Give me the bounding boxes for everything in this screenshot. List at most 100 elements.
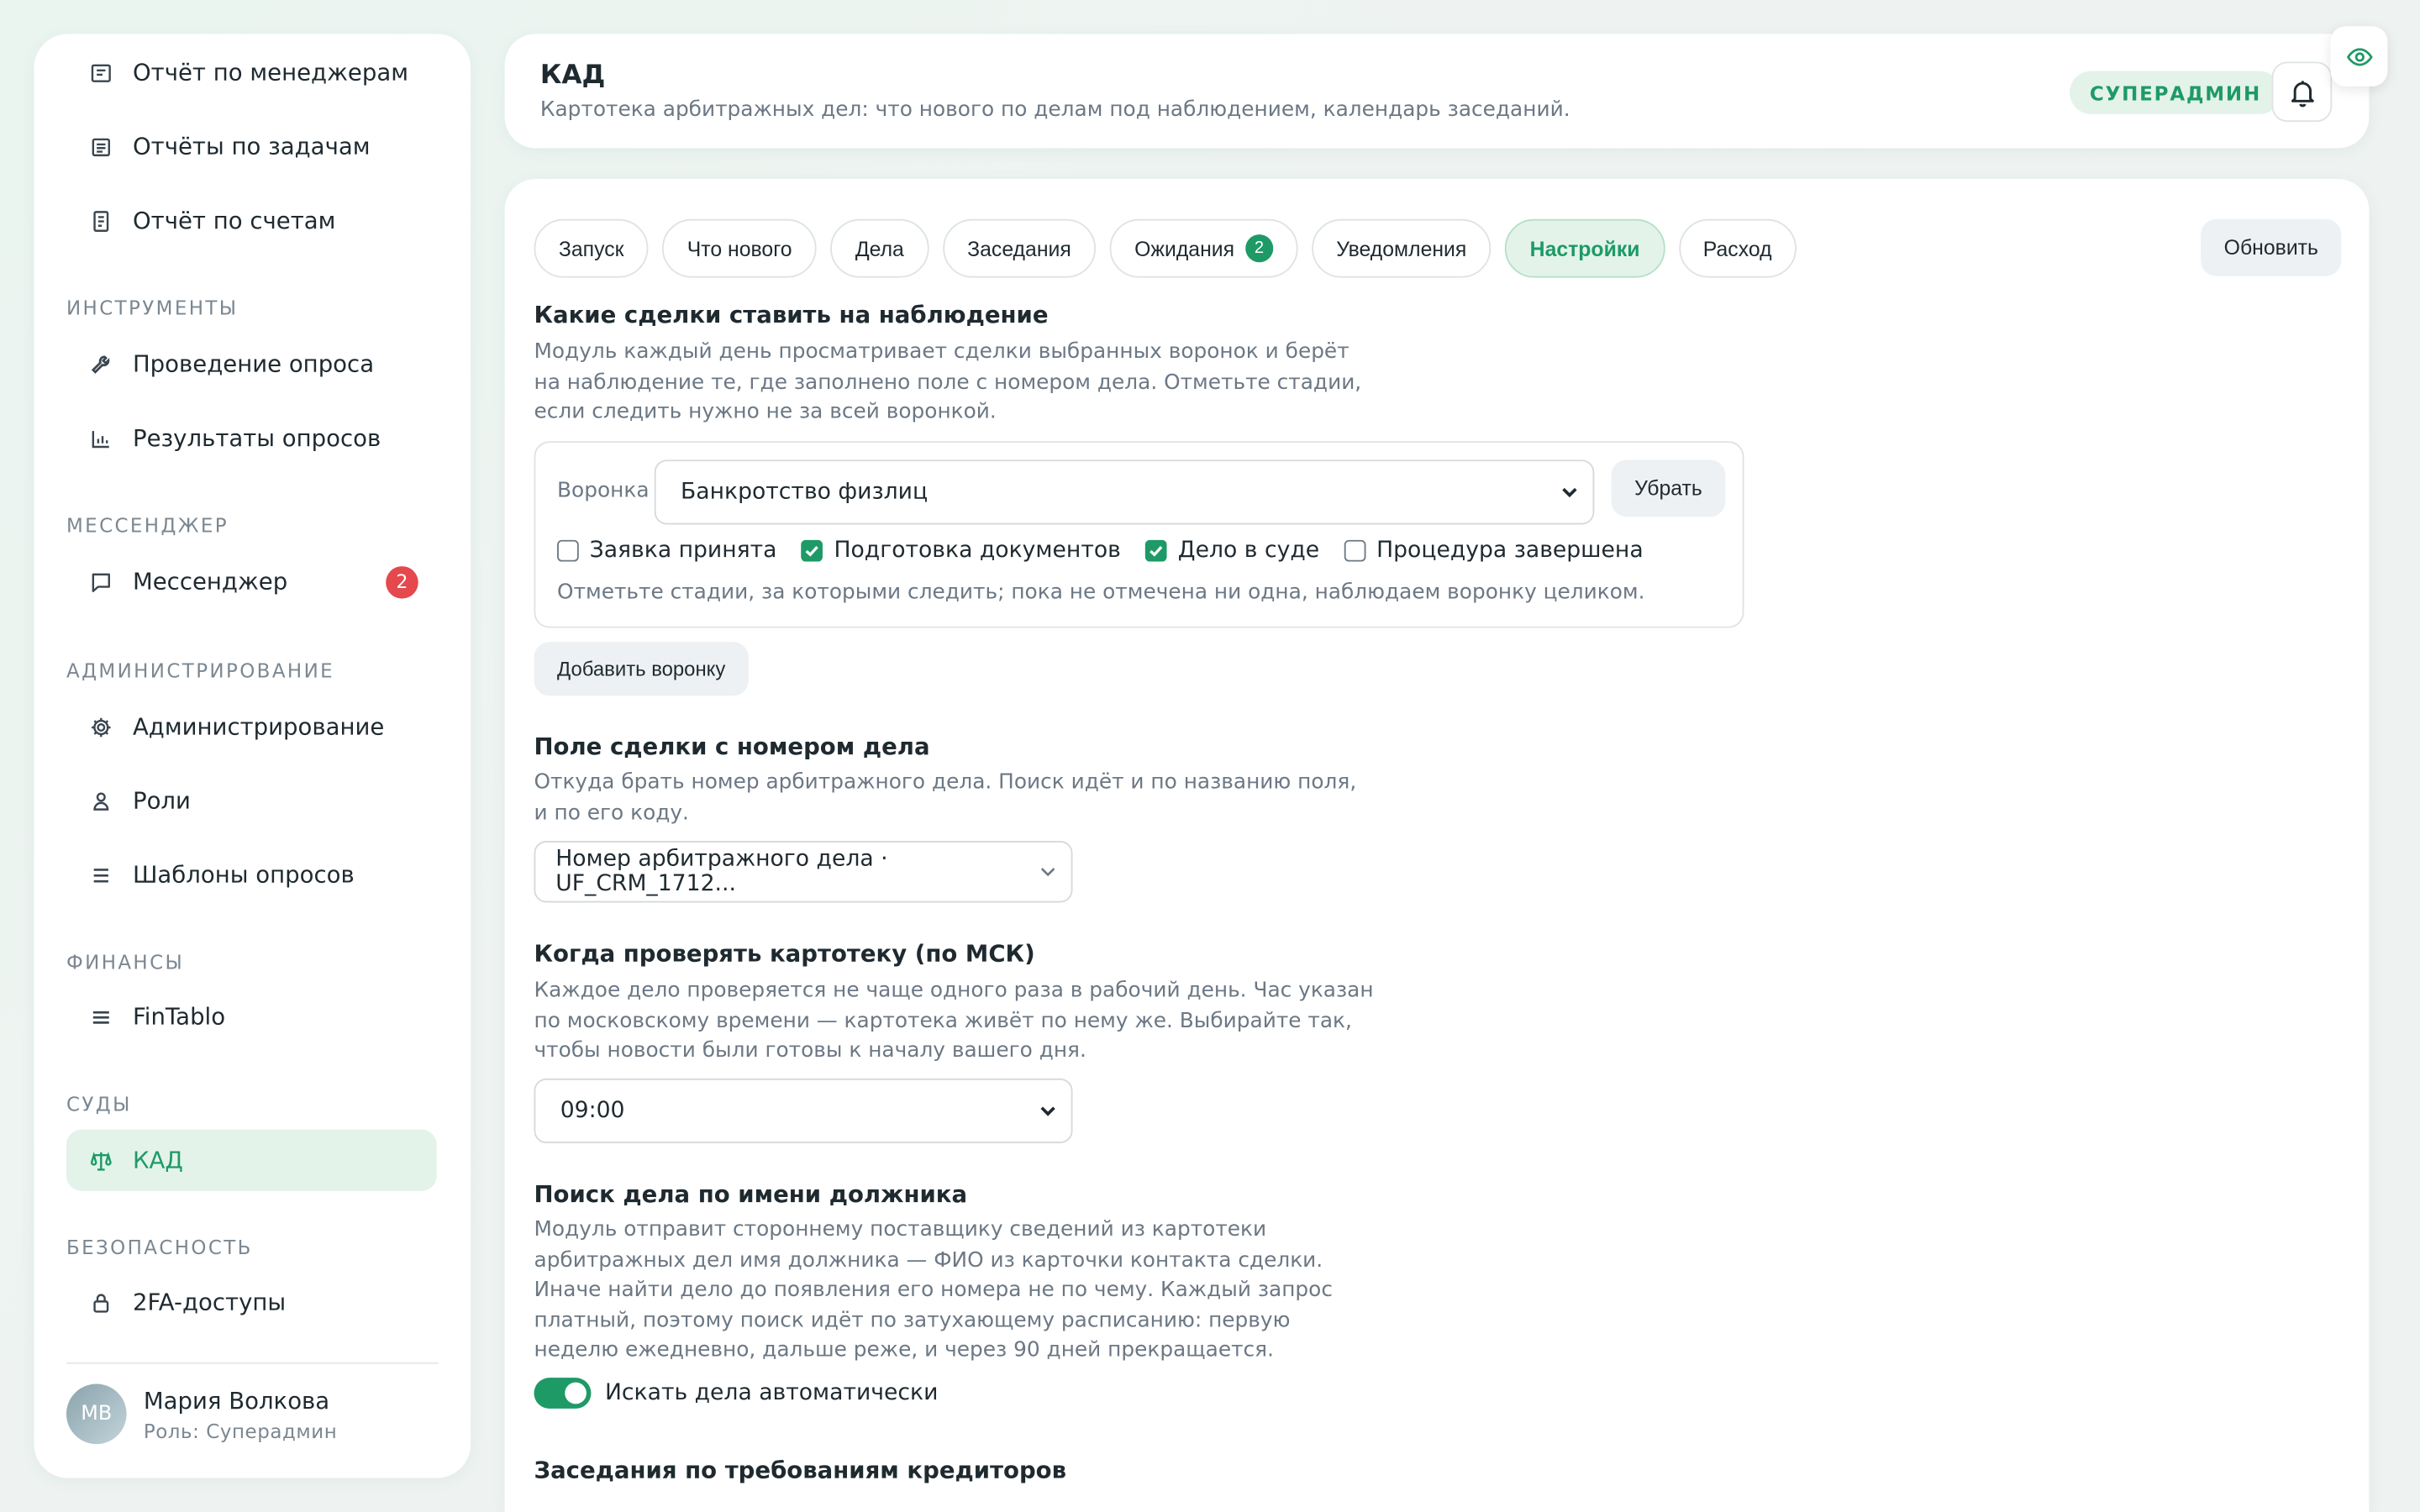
tab-hearings[interactable]: Заседания	[942, 218, 1097, 278]
stage-label: Заявка принята	[589, 538, 777, 564]
sidebar-item-label: Отчёт по менеджерам	[132, 58, 409, 87]
section-title-security: БЕЗОПАСНОСТЬ	[66, 1236, 253, 1259]
tab-notifications[interactable]: Уведомления	[1311, 218, 1491, 278]
checkbox-checked[interactable]	[1145, 539, 1167, 562]
checkbox[interactable]	[557, 539, 579, 562]
sidebar-item-managers-report[interactable]: Отчёт по менеджерам	[66, 42, 437, 103]
sidebar-item-kad[interactable]: КАД	[66, 1129, 437, 1191]
stage-checkbox-documents[interactable]: Подготовка документов	[801, 538, 1121, 564]
chevron-down-icon	[1040, 868, 1055, 877]
notifications-button[interactable]	[2271, 61, 2333, 123]
visibility-toggle-button[interactable]	[2330, 26, 2388, 87]
bar-chart-icon	[88, 426, 113, 450]
eye-icon	[2346, 47, 2372, 66]
menu-icon	[88, 1005, 113, 1029]
lock-icon	[88, 1289, 113, 1314]
tab-expenses[interactable]: Расход	[1678, 218, 1797, 278]
sidebar-item-survey-results[interactable]: Результаты опросов	[66, 407, 437, 469]
wrench-icon	[88, 352, 113, 376]
sidebar-item-tasks-report[interactable]: Отчёты по задачам	[66, 116, 437, 177]
section-title-tools: ИНСТРУМЕНТЫ	[66, 296, 239, 320]
sidebar-item-fintablo[interactable]: FinTablo	[66, 986, 437, 1047]
sidebar-item-administration[interactable]: Администрирование	[66, 696, 437, 757]
sidebar-item-invoices-report[interactable]: Отчёт по счетам	[66, 190, 437, 251]
tab-launch[interactable]: Запуск	[534, 218, 649, 278]
invoice-icon	[88, 208, 113, 233]
debtor-search-title: Поиск дела по имени должника	[534, 1180, 968, 1209]
messenger-unread-badge: 2	[386, 565, 418, 598]
sidebar-item-label: КАД	[132, 1146, 183, 1174]
case-field-description: Откуда брать номер арбитражного дела. По…	[534, 769, 1357, 825]
section-title-messenger: МЕССЕНДЖЕР	[66, 513, 229, 538]
main-panel: Запуск Что нового Дела Заседания Ожидани…	[504, 179, 2370, 1512]
tab-label: Дела	[855, 236, 904, 260]
avatar: МВ	[66, 1383, 127, 1445]
report-icon	[88, 60, 113, 85]
stage-checkbox-in-court[interactable]: Дело в суде	[1145, 538, 1319, 563]
chevron-down-icon	[1562, 487, 1577, 498]
sidebar-item-label: Результаты опросов	[132, 424, 381, 453]
page-header: КАД Картотека арбитражных дел: что новог…	[504, 34, 2370, 149]
sidebar-item-label: Роли	[132, 786, 191, 815]
sidebar: Отчёт по менеджерам Отчёты по задачам От…	[34, 34, 471, 1478]
remove-funnel-button[interactable]: Убрать	[1611, 459, 1726, 517]
check-icon	[1150, 546, 1163, 557]
sidebar-item-label: Отчёты по задачам	[132, 132, 371, 161]
sidebar-item-survey[interactable]: Проведение опроса	[66, 333, 437, 395]
sidebar-item-messenger[interactable]: Мессенджер 2	[66, 551, 437, 612]
check-time-select[interactable]: 09:00	[534, 1078, 1073, 1143]
add-funnel-button[interactable]: Добавить воронку	[534, 642, 749, 696]
checkbox-checked[interactable]	[801, 539, 823, 562]
page-subtitle: Картотека арбитражных дел: что нового по…	[539, 97, 1570, 123]
tab-cases[interactable]: Дела	[830, 218, 929, 278]
page-title: КАД	[539, 60, 606, 92]
tab-label: Расход	[1702, 236, 1772, 260]
tab-pending[interactable]: Ожидания 2	[1109, 218, 1298, 278]
stage-checkbox-application[interactable]: Заявка принята	[557, 538, 777, 564]
sidebar-divider	[66, 1362, 439, 1364]
list-icon	[88, 863, 113, 887]
stages-hint: Отметьте стадии, за которыми следить; по…	[557, 580, 1645, 605]
tab-bar: Запуск Что нового Дела Заседания Ожидани…	[534, 218, 1797, 278]
sidebar-item-2fa[interactable]: 2FA-доступы	[66, 1271, 437, 1332]
sidebar-item-survey-templates[interactable]: Шаблоны опросов	[66, 844, 437, 906]
stage-label: Процедура завершена	[1376, 538, 1644, 564]
stage-label: Подготовка документов	[834, 538, 1121, 564]
sidebar-item-roles[interactable]: Роли	[66, 770, 437, 832]
role-badge: СУПЕРАДМИН	[2070, 71, 2281, 114]
debtor-search-description: Модуль отправит стороннему поставщику св…	[534, 1217, 1333, 1362]
check-time-value: 09:00	[560, 1098, 625, 1124]
section-title-admin: АДМИНИСТРИРОВАНИЕ	[66, 659, 335, 682]
sidebar-item-label: Шаблоны опросов	[132, 860, 355, 889]
funnel-select[interactable]: Банкротство физлиц	[654, 459, 1595, 525]
schedule-description: Каждое дело проверяется не чаще одного р…	[534, 978, 1374, 1063]
tab-label: Запуск	[558, 236, 624, 260]
tab-settings[interactable]: Настройки	[1505, 218, 1665, 278]
sidebar-item-label: Проведение опроса	[132, 349, 375, 378]
check-icon	[806, 546, 819, 557]
auto-search-toggle-label: Искать дела автоматически	[604, 1380, 939, 1406]
tasks-report-icon	[88, 134, 113, 159]
schedule-title: Когда проверять картотеку (по МСК)	[534, 939, 1035, 968]
auto-search-toggle[interactable]	[534, 1378, 592, 1409]
tab-label: Настройки	[1529, 236, 1640, 260]
refresh-button[interactable]: Обновить	[2201, 218, 2342, 276]
stage-checkboxes: Заявка принята Подготовка документов Дел…	[557, 538, 1644, 563]
checkbox[interactable]	[1344, 539, 1366, 562]
sidebar-item-label: 2FA-доступы	[132, 1288, 287, 1316]
deals-section-title: Какие сделки ставить на наблюдение	[534, 301, 1049, 329]
case-field-select[interactable]: Номер арбитражного дела · UF_CRM_1712...	[534, 841, 1073, 903]
deals-section-description: Модуль каждый день просматривает сделки …	[534, 339, 1362, 425]
case-field-title: Поле сделки с номером дела	[534, 732, 930, 761]
tab-label: Что нового	[687, 236, 792, 260]
sidebar-item-label: Отчёт по счетам	[132, 207, 336, 235]
tab-label: Заседания	[967, 236, 1071, 260]
funnel-label: Воронка	[557, 478, 650, 503]
sidebar-item-label: Администрирование	[132, 712, 385, 741]
tab-whats-new[interactable]: Что нового	[662, 218, 817, 278]
section-title-courts: СУДЫ	[66, 1092, 132, 1116]
funnel-select-value: Банкротство физлиц	[680, 480, 929, 505]
user-profile[interactable]: МВ Мария Волкова Роль: Суперадмин	[66, 1383, 337, 1445]
stage-checkbox-completed[interactable]: Процедура завершена	[1344, 538, 1644, 563]
sidebar-item-label: Мессенджер	[132, 567, 288, 596]
